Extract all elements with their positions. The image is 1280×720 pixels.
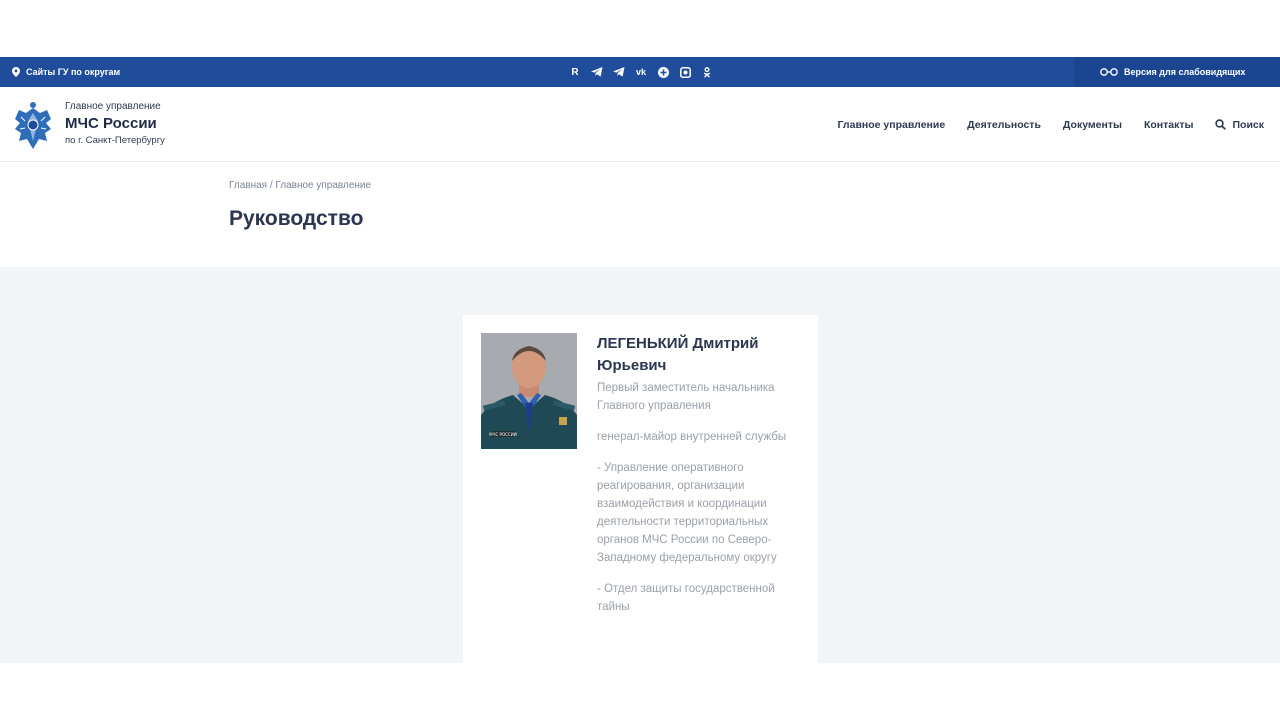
main-nav: Главное управление Деятельность Документ… [838, 87, 1265, 162]
site-header: Главное управление МЧС России по г. Санк… [0, 87, 1280, 162]
person-department-2: - Отдел защиты государственной тайны [597, 583, 775, 613]
brand-line-1: Главное управление [65, 101, 161, 112]
breadcrumb: Главная / Главное управление [229, 180, 371, 191]
social-links: R vk [568, 57, 714, 87]
nav-item-main-directorate[interactable]: Главное управление [838, 119, 946, 131]
page-title: Руководство [229, 207, 364, 230]
person-card: МЧС РОССИИ ЛЕГЕНЬКИЙ Дмитрий Юрьевич Пер… [463, 315, 818, 663]
breadcrumb-section[interactable]: Главное управление [275, 180, 371, 191]
plus-icon[interactable] [656, 65, 670, 79]
search-button[interactable]: Поиск [1215, 119, 1264, 131]
person-department-1: - Управление оперативного реагирования, … [597, 462, 777, 564]
odnoklassniki-icon[interactable] [700, 65, 714, 79]
telegram-icon[interactable] [590, 65, 604, 79]
leadership-section: МЧС РОССИИ ЛЕГЕНЬКИЙ Дмитрий Юрьевич Пер… [0, 267, 1280, 663]
regions-link[interactable]: Сайты ГУ по округам [12, 57, 120, 87]
location-pin-icon [12, 67, 20, 77]
person-name-line-2: Юрьевич [597, 357, 667, 374]
instagram-icon[interactable] [678, 65, 692, 79]
person-photo: МЧС РОССИИ [481, 333, 577, 449]
nav-item-contacts[interactable]: Контакты [1144, 119, 1194, 131]
glasses-icon [1100, 68, 1118, 76]
regions-label: Сайты ГУ по округам [26, 67, 121, 77]
person-position: Первый заместитель начальника Главного у… [597, 382, 775, 412]
brand-line-3: по г. Санкт-Петербургу [65, 135, 165, 146]
brand-line-2: МЧС России [65, 115, 157, 132]
telegram-icon-2[interactable] [612, 65, 626, 79]
top-bar: Сайты ГУ по округам R vk Версия для слаб… [0, 57, 1280, 87]
rutube-icon[interactable]: R [568, 65, 582, 79]
person-name: ЛЕГЕНЬКИЙ Дмитрий Юрьевич [597, 333, 802, 377]
nav-item-activity[interactable]: Деятельность [967, 119, 1041, 131]
breadcrumb-home[interactable]: Главная [229, 180, 267, 191]
accessibility-version-label: Версия для слабовидящих [1124, 67, 1246, 77]
search-label: Поиск [1232, 118, 1264, 131]
person-rank: генерал-майор внутренней службы [597, 431, 787, 443]
photo-badge-text: МЧС РОССИИ [489, 432, 516, 437]
person-name-line-1: ЛЕГЕНЬКИЙ Дмитрий [597, 335, 759, 352]
vk-icon[interactable]: vk [634, 65, 648, 79]
accessibility-version-link[interactable]: Версия для слабовидящих [1074, 57, 1280, 87]
person-info: ЛЕГЕНЬКИЙ Дмитрий Юрьевич Первый замести… [597, 333, 802, 616]
search-icon [1215, 119, 1227, 130]
nav-item-documents[interactable]: Документы [1063, 119, 1122, 131]
brand-title[interactable]: Главное управление МЧС России по г. Санк… [65, 101, 165, 146]
emercom-emblem-logo[interactable] [11, 99, 55, 151]
